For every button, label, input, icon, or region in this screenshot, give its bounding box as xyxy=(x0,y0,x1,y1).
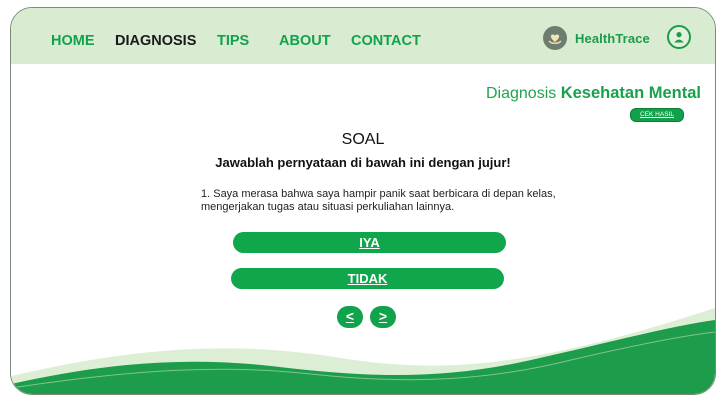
quiz-heading: SOAL xyxy=(341,131,385,148)
nav-home[interactable]: HOME xyxy=(51,33,95,49)
next-question-button[interactable]: > xyxy=(370,306,396,328)
question-line-2: mengerjakan tugas atau situasi perkuliah… xyxy=(201,201,455,213)
page-title-prefix: Diagnosis xyxy=(485,85,557,102)
page-title: Diagnosis Kesehatan Mental xyxy=(486,84,701,103)
answer-no-button[interactable]: TIDAK xyxy=(231,268,504,289)
answer-yes-button[interactable]: IYA xyxy=(233,232,506,253)
question-line-1: 1. Saya merasa bahwa saya hampir panik s… xyxy=(201,188,556,200)
top-navbar: HOME DIAGNOSIS TIPS ABOUT CONTACT Health… xyxy=(11,8,715,64)
nav-tips[interactable]: TIPS xyxy=(217,33,249,49)
heart-hand-icon xyxy=(543,26,567,50)
page-title-bold: Kesehatan Mental xyxy=(560,84,701,102)
nav-diagnosis[interactable]: DIAGNOSIS xyxy=(115,33,196,49)
question-text: 1. Saya merasa bahwa saya hampir panik s… xyxy=(201,188,581,214)
quiz-instruction: Jawablah pernyataan di bawah ini dengan … xyxy=(215,155,511,170)
app-frame: HOME DIAGNOSIS TIPS ABOUT CONTACT Health… xyxy=(10,7,716,395)
nav-contact[interactable]: CONTACT xyxy=(351,33,421,49)
cek-hasil-button[interactable]: CEK HASIL xyxy=(630,108,684,122)
nav-about[interactable]: ABOUT xyxy=(279,33,331,49)
prev-question-button[interactable]: < xyxy=(337,306,363,328)
brand[interactable]: HealthTrace xyxy=(543,24,650,52)
main-content: Diagnosis Kesehatan Mental CEK HASIL SOA… xyxy=(11,64,715,394)
brand-name: HealthTrace xyxy=(575,30,650,46)
user-icon[interactable] xyxy=(667,25,691,49)
